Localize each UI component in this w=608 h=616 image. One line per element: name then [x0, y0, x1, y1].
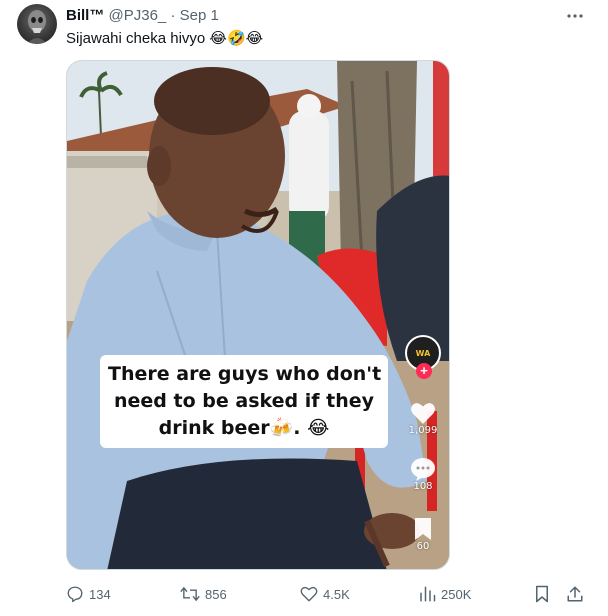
- tweet-media[interactable]: There are guys who don't need to be aske…: [66, 60, 450, 570]
- tweet-text-body: Sijawahi cheka hivyo: [66, 30, 206, 47]
- like-count: 4.5K: [323, 586, 350, 602]
- like-button[interactable]: 4.5K: [300, 582, 350, 606]
- views-button[interactable]: 250K: [418, 582, 471, 606]
- tiktok-like-counter: 1,099: [405, 401, 441, 436]
- more-options-button[interactable]: [560, 4, 590, 28]
- tweet-header: Bill™ @PJ36_ · Sep 1: [66, 6, 219, 26]
- heart-icon: [300, 586, 318, 602]
- view-count: 250K: [441, 586, 472, 602]
- caption-line: drink beer🍻. 😂: [158, 417, 330, 439]
- repost-count: 856: [205, 586, 227, 602]
- tweet-date[interactable]: Sep 1: [180, 7, 219, 24]
- caption-line: need to be asked if they: [114, 390, 374, 412]
- tiktok-like-count: 1,099: [408, 425, 438, 436]
- avatar[interactable]: [17, 4, 57, 44]
- tiktok-account-badge: WA: [415, 348, 431, 358]
- caption-line: There are guys who don't: [108, 363, 382, 385]
- tweet-action-bar: 134 856 4.5K 250K: [60, 582, 596, 606]
- bookmark-button[interactable]: [534, 582, 550, 606]
- reply-count: 134: [89, 586, 111, 602]
- bookmark-icon: [536, 585, 548, 603]
- tiktok-save-count: 60: [416, 541, 430, 552]
- media-photo: [67, 61, 449, 569]
- repost-button[interactable]: 856: [180, 582, 227, 606]
- tiktok-comment-icon: [411, 458, 435, 481]
- repost-icon: [180, 586, 200, 602]
- views-chart-icon: [420, 586, 436, 602]
- share-icon: [567, 586, 583, 602]
- tiktok-heart-icon: [411, 403, 435, 424]
- tiktok-comment-counter: 108: [405, 457, 441, 492]
- display-name[interactable]: Bill™: [66, 7, 104, 24]
- user-handle[interactable]: @PJ36_: [109, 7, 167, 24]
- more-dots-icon: [567, 14, 583, 18]
- reply-icon: [67, 586, 83, 603]
- reply-button[interactable]: 134: [66, 582, 111, 606]
- tiktok-comment-count: 108: [413, 481, 433, 492]
- tiktok-follow-plus-icon: +: [416, 363, 432, 379]
- tweet-text: Sijawahi cheka hivyo 😂🤣😂: [66, 29, 263, 49]
- separator-dot: ·: [170, 7, 176, 24]
- tiktok-save-counter: 60: [405, 517, 441, 552]
- video-caption: There are guys who don't need to be aske…: [100, 355, 388, 448]
- tweet-emojis: 😂🤣😂: [209, 30, 264, 47]
- tiktok-bookmark-icon: [415, 518, 431, 540]
- share-button[interactable]: [566, 582, 584, 606]
- tweet: Bill™ @PJ36_ · Sep 1 Sijawahi cheka hivy…: [0, 0, 608, 616]
